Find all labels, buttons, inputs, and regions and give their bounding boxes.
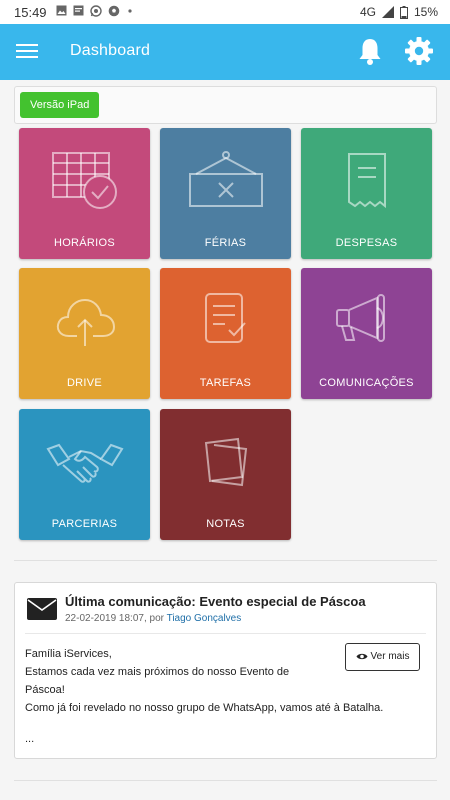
tile-label: COMUNICAÇÕES	[319, 377, 414, 389]
schedule-table-icon	[51, 152, 117, 209]
tile-label: DRIVE	[66, 377, 103, 389]
cloud-upload-icon	[56, 298, 115, 346]
card-divider	[25, 633, 426, 634]
tile-label: HORÁRIOS	[53, 237, 116, 249]
body-ellipsis: ...	[25, 733, 35, 745]
megaphone-icon	[335, 294, 385, 342]
ver-mais-button[interactable]: Ver mais	[345, 643, 420, 671]
image-icon	[56, 5, 67, 16]
communication-meta: 22-02-2019 18:07, por Tiago Gonçalves	[65, 613, 241, 624]
signal-icon	[381, 6, 394, 18]
divider	[14, 780, 437, 781]
ver-mais-label: Ver mais	[370, 651, 410, 662]
closed-sign-icon	[188, 151, 263, 207]
receipt-icon	[347, 153, 386, 209]
tile-tarefas[interactable]: TAREFAS	[160, 268, 291, 399]
body-line: Estamos cada vez mais próximos do nosso …	[25, 666, 290, 678]
body-line: Como já foi revelado no nosso grupo de W…	[25, 702, 384, 714]
tile-label: TAREFAS	[199, 377, 252, 389]
eye-icon	[356, 653, 368, 659]
app-bar: Dashboard	[0, 24, 450, 80]
tile-comunicacoes[interactable]: COMUNICAÇÕES	[301, 268, 432, 399]
communication-title: Última comunicação: Evento especial de P…	[65, 594, 366, 609]
tile-drive[interactable]: DRIVE	[19, 268, 150, 399]
ipad-version-bar: Versão iPad	[14, 86, 437, 124]
handshake-icon	[45, 443, 124, 483]
tile-ferias[interactable]: FÉRIAS	[160, 128, 291, 259]
whatsapp-icon	[90, 5, 102, 17]
tile-label: DESPESAS	[335, 237, 398, 249]
dot-icon	[128, 9, 132, 13]
envelope-icon	[27, 598, 57, 620]
status-bar: 15:49 4G 15%	[0, 0, 450, 24]
task-list-icon	[204, 293, 246, 343]
notes-icon	[204, 437, 247, 487]
tile-despesas[interactable]: DESPESAS	[301, 128, 432, 259]
battery-icon	[399, 5, 408, 19]
tile-notas[interactable]: NOTAS	[160, 409, 291, 540]
last-communication-card: Última comunicação: Evento especial de P…	[14, 582, 437, 759]
body-line: Páscoa!	[25, 684, 65, 696]
tile-label: NOTAS	[206, 518, 245, 530]
battery-label: 15%	[413, 5, 438, 19]
communication-date: 22-02-2019 18:07, por	[65, 613, 164, 624]
network-label: 4G	[359, 5, 376, 19]
communication-author[interactable]: Tiago Gonçalves	[167, 613, 242, 624]
message-icon	[73, 5, 84, 16]
bell-icon[interactable]	[356, 36, 384, 66]
tile-label: FÉRIAS	[204, 237, 247, 249]
ipad-version-button[interactable]: Versão iPad	[20, 92, 100, 118]
page-title: Dashboard	[70, 42, 151, 59]
tile-label: PARCERIAS	[51, 518, 118, 530]
notification-icons	[56, 5, 134, 17]
soccer-ball-icon	[108, 5, 120, 17]
menu-icon[interactable]	[14, 40, 40, 64]
communication-body: Família iServices, Estamos cada vez mais…	[25, 645, 384, 717]
tile-horarios[interactable]: HORÁRIOS	[19, 128, 150, 259]
tile-parcerias[interactable]: PARCERIAS	[19, 409, 150, 540]
divider	[14, 560, 437, 561]
gear-icon[interactable]	[404, 36, 434, 66]
body-line: Família iServices,	[25, 648, 112, 660]
status-time: 15:49	[14, 5, 47, 20]
